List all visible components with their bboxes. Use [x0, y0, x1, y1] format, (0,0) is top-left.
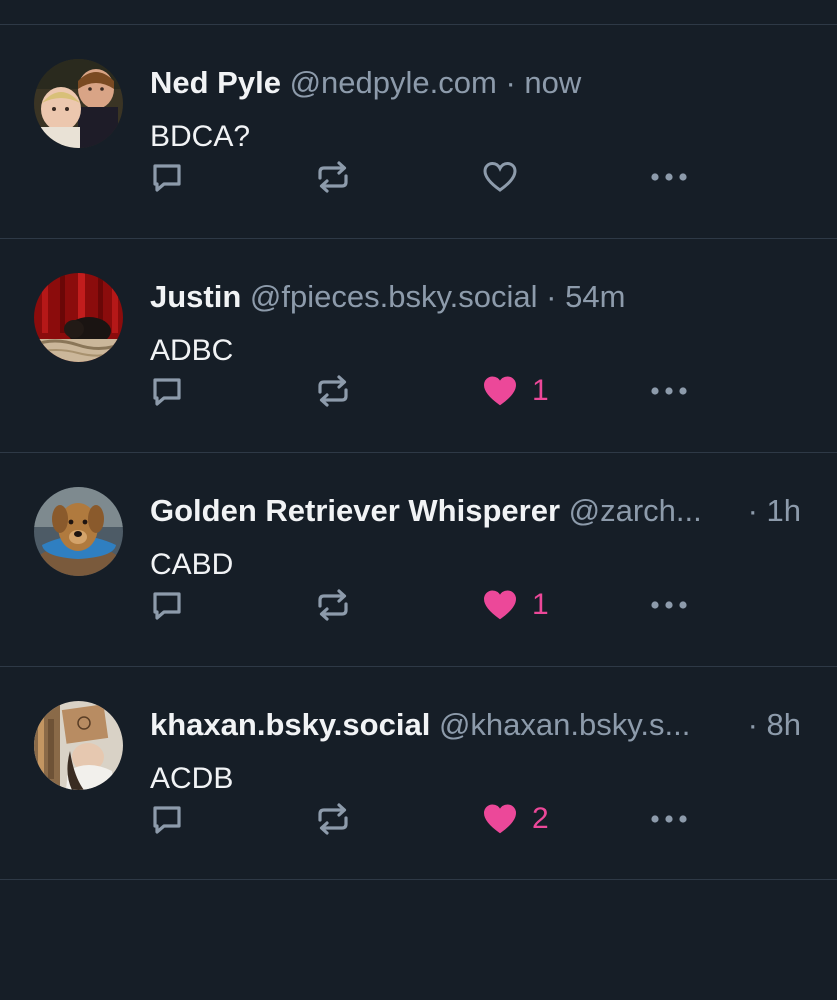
handle[interactable]: @zarch... — [569, 493, 702, 528]
display-name[interactable]: Golden Retriever Whisperer — [150, 493, 560, 528]
post-header: Golden Retriever Whisperer @zarch... — [150, 491, 810, 531]
like-button[interactable]: 2 — [482, 801, 549, 837]
more-options-button[interactable] — [650, 373, 688, 409]
more-options-icon — [651, 815, 687, 823]
timestamp[interactable]: · 1h — [748, 491, 801, 531]
repost-icon — [318, 161, 348, 193]
like-button[interactable]: 1 — [482, 373, 549, 409]
repost-icon — [318, 589, 348, 621]
heart-icon — [483, 376, 517, 406]
handle[interactable]: @nedpyle.com — [290, 65, 497, 100]
like-button[interactable] — [482, 159, 532, 195]
heart-icon — [483, 590, 517, 620]
reply-icon — [153, 164, 181, 192]
avatar[interactable] — [34, 701, 123, 790]
feed: Ned Pyle @nedpyle.com · now BDCA? Justin… — [0, 0, 837, 1000]
handle[interactable]: @fpieces.bsky.social — [250, 279, 538, 314]
timestamp[interactable]: now — [524, 65, 581, 100]
post-header: Ned Pyle @nedpyle.com · now — [150, 63, 810, 103]
separator: · — [747, 707, 758, 742]
avatar[interactable] — [34, 59, 123, 148]
display-name[interactable]: Justin — [150, 279, 241, 314]
more-options-icon — [651, 387, 687, 395]
post-text: ADBC — [150, 334, 234, 367]
post-item[interactable]: Ned Pyle @nedpyle.com · now BDCA? — [0, 25, 837, 237]
reply-icon — [153, 592, 181, 620]
avatar[interactable] — [34, 487, 123, 576]
repost-icon — [318, 375, 348, 407]
reply-button[interactable] — [150, 587, 184, 623]
time-value: 8h — [766, 707, 801, 742]
time-value: 1h — [766, 493, 801, 528]
like-count: 1 — [532, 374, 549, 407]
divider — [0, 879, 837, 880]
like-count: 2 — [532, 802, 549, 835]
more-options-button[interactable] — [650, 801, 688, 837]
separator: · — [505, 65, 516, 100]
post-text: ACDB — [150, 762, 234, 795]
repost-button[interactable] — [316, 587, 350, 623]
display-name[interactable]: Ned Pyle — [150, 65, 281, 100]
reply-icon — [153, 378, 181, 406]
repost-button[interactable] — [316, 373, 350, 409]
post-item[interactable]: khaxan.bsky.social @khaxan.bsky.s... · 8… — [0, 667, 837, 879]
reply-icon — [153, 806, 181, 834]
separator: · — [546, 279, 557, 314]
post-item[interactable]: Golden Retriever Whisperer @zarch... · 1… — [0, 453, 837, 665]
more-options-button[interactable] — [650, 159, 688, 195]
timestamp[interactable]: · 8h — [748, 705, 801, 745]
display-name[interactable]: khaxan.bsky.social — [150, 707, 430, 742]
repost-button[interactable] — [316, 159, 350, 195]
post-text: BDCA? — [150, 120, 251, 153]
like-count: 1 — [532, 588, 549, 621]
post-item[interactable]: Justin @fpieces.bsky.social · 54m ADBC 1 — [0, 239, 837, 451]
repost-button[interactable] — [316, 801, 350, 837]
reply-button[interactable] — [150, 373, 184, 409]
avatar[interactable] — [34, 273, 123, 362]
reply-button[interactable] — [150, 159, 184, 195]
more-options-icon — [651, 173, 687, 181]
heart-icon — [483, 804, 517, 834]
post-header: khaxan.bsky.social @khaxan.bsky.s... — [150, 705, 810, 745]
more-options-icon — [651, 601, 687, 609]
reply-button[interactable] — [150, 801, 184, 837]
like-button[interactable]: 1 — [482, 587, 549, 623]
timestamp[interactable]: 54m — [565, 279, 625, 314]
post-header: Justin @fpieces.bsky.social · 54m — [150, 277, 810, 317]
heart-icon — [483, 161, 517, 192]
more-options-button[interactable] — [650, 587, 688, 623]
handle[interactable]: @khaxan.bsky.s... — [439, 707, 690, 742]
separator: · — [747, 493, 758, 528]
post-text: CABD — [150, 548, 234, 581]
repost-icon — [318, 803, 348, 835]
